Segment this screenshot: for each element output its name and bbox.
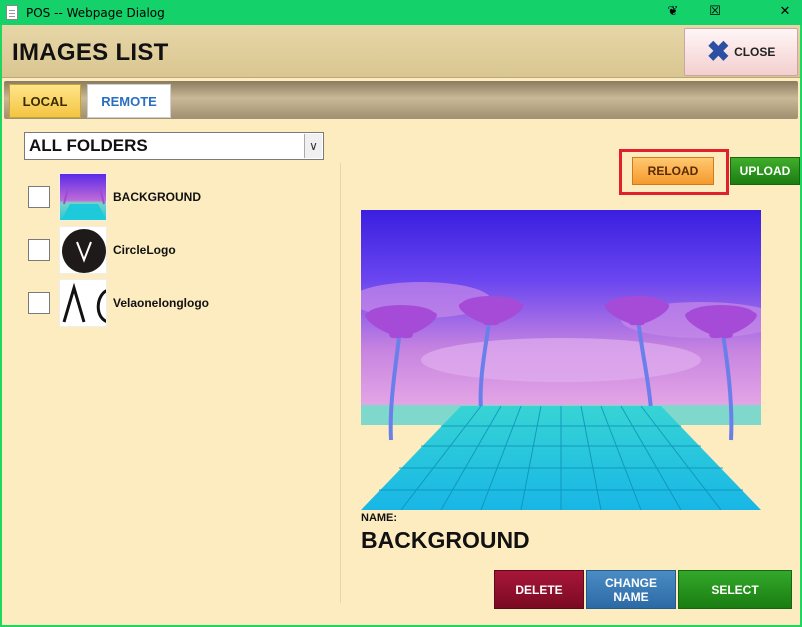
file-thumbnail-background[interactable] <box>59 173 107 221</box>
file-name: Velaonelonglogo <box>113 296 210 310</box>
file-thumbnail-circlelogo[interactable] <box>59 226 107 274</box>
file-checkbox[interactable] <box>28 239 50 261</box>
page-header: IMAGES LIST ✖ CLOSE <box>2 25 800 78</box>
window-close-icon[interactable]: ✕ <box>774 2 796 22</box>
file-item-background[interactable]: BACKGROUND <box>26 173 326 221</box>
close-icon: ✖ <box>706 36 731 67</box>
close-button-label: CLOSE <box>734 45 776 59</box>
file-thumbnail-velaonelonglogo[interactable] <box>59 279 107 327</box>
delete-button[interactable]: DELETE <box>494 570 584 609</box>
change-name-button[interactable]: CHANGE NAME <box>586 570 676 609</box>
file-checkbox[interactable] <box>28 186 50 208</box>
document-icon <box>6 5 18 20</box>
pin-icon[interactable]: ❦ <box>662 2 684 22</box>
folder-select-value: ALL FOLDERS <box>29 136 148 155</box>
tab-bar: LOCAL REMOTE <box>4 81 798 119</box>
file-name: BACKGROUND <box>113 190 201 204</box>
images-panel: ALL FOLDERS ∨ BACKGROUND CircleLogo Vela… <box>4 119 800 623</box>
upload-button[interactable]: UPLOAD <box>730 157 800 185</box>
tab-remote[interactable]: REMOTE <box>87 84 171 118</box>
tab-local[interactable]: LOCAL <box>9 84 81 118</box>
window-title-bar: POS -- Webpage Dialog ❦ ☒ ✕ <box>0 0 802 25</box>
name-label: NAME: <box>361 512 398 524</box>
file-item-velaonelonglogo[interactable]: Velaonelonglogo <box>26 279 326 327</box>
file-item-circlelogo[interactable]: CircleLogo <box>26 226 326 274</box>
close-button[interactable]: ✖ CLOSE <box>684 28 798 76</box>
file-name: CircleLogo <box>113 243 176 257</box>
reload-highlight-box <box>619 149 729 195</box>
chevron-down-icon[interactable]: ∨ <box>304 134 322 158</box>
selected-image-name: BACKGROUND <box>361 527 530 553</box>
page-title: IMAGES LIST <box>12 39 169 66</box>
window-title: POS -- Webpage Dialog <box>26 5 165 20</box>
image-preview <box>361 210 761 510</box>
file-checkbox[interactable] <box>28 292 50 314</box>
restore-icon[interactable]: ☒ <box>704 2 726 22</box>
panel-divider <box>340 163 341 603</box>
folder-select[interactable]: ALL FOLDERS ∨ <box>24 132 324 160</box>
dialog-window: IMAGES LIST ✖ CLOSE LOCAL REMOTE ALL FOL… <box>2 25 800 625</box>
select-button[interactable]: SELECT <box>678 570 792 609</box>
